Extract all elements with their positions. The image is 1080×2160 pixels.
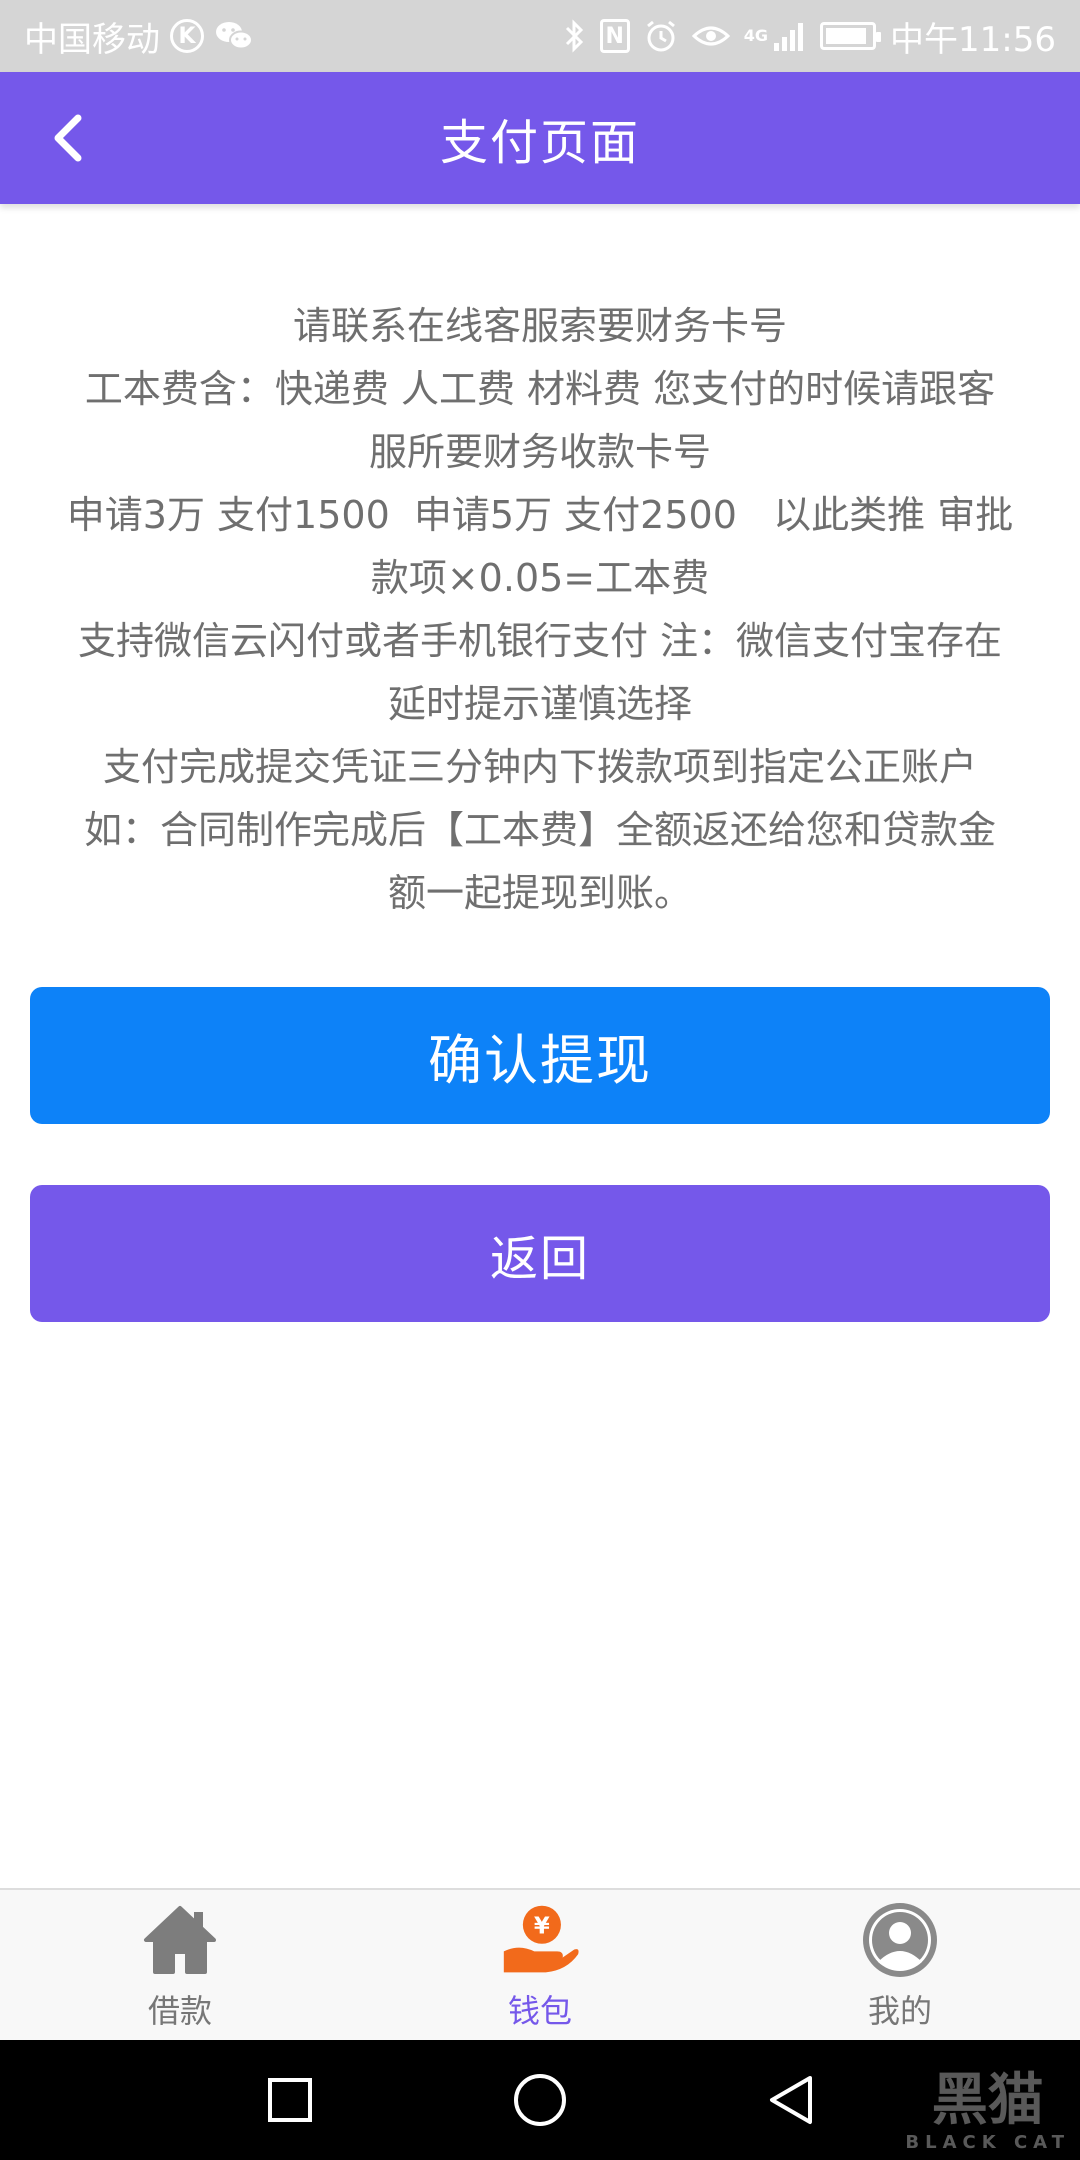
triangle-back-icon bbox=[770, 2076, 812, 2124]
alarm-icon bbox=[644, 19, 678, 53]
clock-label: 中午11:56 bbox=[890, 19, 1056, 60]
return-button[interactable]: 返回 bbox=[30, 1185, 1050, 1322]
chevron-left-icon bbox=[54, 114, 82, 162]
info-line: 支付完成提交凭证三分钟内下拨款项到指定公正账户 bbox=[102, 745, 977, 789]
watermark-sub: BLACK CAT bbox=[905, 2132, 1070, 2153]
tab-loan[interactable]: 借款 bbox=[0, 1890, 360, 2040]
back-button[interactable] bbox=[36, 106, 100, 170]
signal-icon: 4G bbox=[744, 21, 806, 51]
home-nav-button[interactable] bbox=[510, 2070, 570, 2130]
info-line: 延时提示谨慎选择 bbox=[387, 682, 692, 726]
nfc-icon: N bbox=[599, 19, 630, 53]
bottom-tab-bar: 借款 ¥ 钱包 我的 bbox=[0, 1888, 1080, 2040]
tab-label: 钱包 bbox=[507, 1992, 572, 2030]
tab-label: 借款 bbox=[147, 1992, 212, 2030]
eye-icon bbox=[691, 22, 730, 50]
info-line: 服所要财务收款卡号 bbox=[368, 430, 711, 474]
confirm-withdraw-button[interactable]: 确认提现 bbox=[30, 987, 1050, 1124]
info-line: 如：合同制作完成后【工本费】全额返还给您和贷款金 bbox=[83, 808, 996, 852]
info-line: 额一起提现到账。 bbox=[387, 871, 692, 915]
square-icon bbox=[268, 2078, 312, 2122]
screen: 中国移动 K N 4G 中午11:56 支付页面 请联系在线客服索要财务卡号 工… bbox=[0, 0, 1080, 2160]
wallet-icon: ¥ bbox=[500, 1900, 580, 1980]
circle-icon bbox=[514, 2074, 566, 2126]
info-line: 申请3万 支付1500 申请5万 支付2500 以此类推 审批 bbox=[66, 493, 1014, 537]
info-line: 请联系在线客服索要财务卡号 bbox=[292, 304, 787, 348]
bluetooth-icon bbox=[564, 19, 586, 53]
network-type: 4G bbox=[743, 26, 769, 45]
k-badge-icon: K bbox=[170, 19, 204, 53]
battery-icon bbox=[820, 22, 882, 50]
watermark: 黑猫 BLACK CAT bbox=[905, 2055, 1070, 2153]
info-line: 支持微信云闪付或者手机银行支付 注：微信支付宝存在 bbox=[77, 619, 1003, 663]
battery-fill bbox=[826, 28, 867, 44]
status-bar: 中国移动 K N 4G 中午11:56 bbox=[0, 0, 1080, 72]
back-nav-button[interactable] bbox=[760, 2070, 820, 2130]
info-line: 工本费含：快递费 人工费 材料费 您支付的时候请跟客 bbox=[84, 367, 996, 411]
home-icon bbox=[140, 1900, 220, 1980]
recent-apps-button[interactable] bbox=[260, 2070, 320, 2130]
status-right: N 4G 中午11:56 bbox=[564, 12, 1056, 61]
svg-text:¥: ¥ bbox=[534, 1913, 550, 1939]
tab-label: 我的 bbox=[867, 1992, 932, 2030]
payment-info: 请联系在线客服索要财务卡号 工本费含：快递费 人工费 材料费 您支付的时候请跟客… bbox=[30, 295, 1050, 925]
wechat-icon bbox=[214, 19, 254, 53]
carrier-label: 中国移动 bbox=[24, 19, 160, 60]
tab-mine[interactable]: 我的 bbox=[720, 1890, 1080, 2040]
page-title: 支付页面 bbox=[439, 115, 640, 171]
header: 支付页面 bbox=[0, 72, 1080, 204]
tab-wallet[interactable]: ¥ 钱包 bbox=[360, 1890, 720, 2040]
status-left: 中国移动 K bbox=[24, 12, 254, 61]
watermark-text: 黑猫 bbox=[931, 2068, 1044, 2133]
info-line: 款项×0.05=工本费 bbox=[370, 556, 710, 600]
user-icon bbox=[860, 1900, 940, 1980]
